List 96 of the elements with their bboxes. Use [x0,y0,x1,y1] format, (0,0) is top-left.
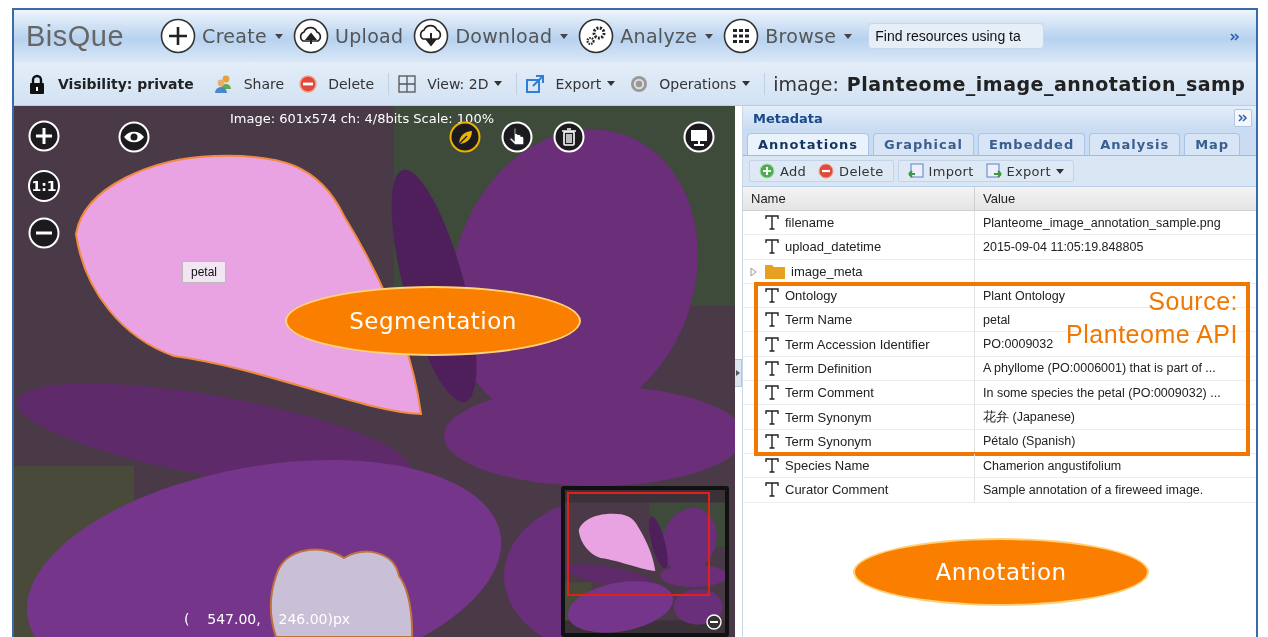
field-name: Term Name [785,312,853,328]
folder-icon [765,263,785,280]
title-prefix: image: [773,72,839,95]
field-name: Term Definition [785,360,872,376]
field-value: 2015-09-04 11:05:19.848805 [983,239,1144,254]
field-name: Term Synonym [785,409,872,425]
column-header: Value [982,191,1017,206]
field-name: Species Name [785,458,870,474]
expand-arrow-icon[interactable] [750,267,757,276]
column-header: Name [743,187,975,210]
grid-icon [397,73,418,94]
operations-icon [629,73,650,94]
share-button[interactable]: Share [213,73,285,94]
field-name: Curator Comment [785,482,889,498]
field-value: Pétalo (Spanish) [983,434,1076,449]
browse-menu-button[interactable]: Browse [723,18,853,54]
export-button[interactable]: Export [982,163,1067,179]
field-name: upload_datetime [785,239,882,255]
field-value: PO:0009032 [983,337,1054,352]
text-type-icon [765,215,779,231]
download-menu-button[interactable]: Download [413,18,569,54]
text-type-icon [765,385,779,401]
eye-icon[interactable] [118,121,150,153]
text-type-icon [765,482,779,498]
people-icon [213,73,234,94]
delete-button[interactable]: Delete [815,163,887,179]
add-button[interactable]: Add [756,163,810,179]
field-name: image_meta [791,263,863,279]
text-type-icon [765,336,779,352]
cursor-coordinates: ( 547.00, 246.00)px [184,611,351,627]
field-value: Plant Ontology [983,288,1065,303]
collapse-button[interactable] [1234,109,1252,127]
tab[interactable]: Embedded [977,133,1086,155]
text-type-icon [765,312,779,328]
tab[interactable]: Annotations [747,133,870,155]
gears-icon [578,18,615,54]
field-name: Term Comment [785,385,874,401]
plus-circle-icon [759,163,775,179]
field-value: A phyllome (PO:0006001) that is part of ... [983,361,1216,376]
segment-label: petal [182,261,227,283]
cloud-download-icon [413,18,450,54]
tab[interactable]: Map [1184,133,1241,155]
field-name: Ontology [785,288,838,304]
double-chevron-icon [1238,114,1248,122]
view-button[interactable]: View: 2D [397,73,503,94]
upload-menu-button[interactable]: Upload [293,18,404,54]
field-name: Term Synonym [785,433,872,449]
grid-dots-icon [723,18,760,54]
field-value: Sample annotation of a fireweed image. [983,482,1204,497]
panel-title: Metadata [753,110,823,126]
import-button[interactable]: Import [904,163,977,179]
cloud-upload-icon [293,18,330,54]
leaf-icon[interactable] [449,121,481,153]
tab[interactable]: Analysis [1089,133,1181,155]
minus-circle-icon [818,163,835,179]
field-value: 花弁 (Japanese) [983,409,1075,424]
field-value: Chamerion angustifolium [983,458,1122,473]
export-icon [985,163,1002,179]
analyze-menu-button[interactable]: Analyze [578,18,714,54]
plus-icon [160,18,197,54]
text-type-icon [765,360,779,376]
segmentation-outline[interactable] [269,548,414,637]
export-button[interactable]: Export [525,73,616,94]
search-field[interactable]: Find resources using ta [868,23,1045,49]
text-type-icon [765,239,779,255]
minimap[interactable] [561,486,729,637]
collapse-handle[interactable] [735,358,742,387]
app-logo[interactable]: BisQue [26,19,125,53]
hand-pointer-icon[interactable] [501,121,533,153]
image-info: Image: 601x574 ch: 4/8bits Scale: 100% [230,111,495,126]
annotation-callout: Annotation [853,538,1149,606]
field-name: Term Accession Identifier [785,336,930,352]
import-icon [907,163,924,179]
visibility-button[interactable]: Visibility: private [28,73,194,94]
text-type-icon [765,288,779,304]
field-name: filename [785,215,835,231]
zoom-out-icon[interactable] [28,217,60,249]
minus-circle-icon[interactable] [706,614,722,630]
minus-circle-icon [298,73,319,94]
trash-icon[interactable] [553,121,585,153]
image-title: Planteome_image_annotation_samp [846,72,1246,95]
export-icon [525,73,546,94]
operations-button[interactable]: Operations [629,73,751,94]
field-value: petal [983,312,1011,327]
delete-button[interactable]: Delete [298,73,375,94]
field-value: In some species the petal (PO:0009032) ... [983,385,1221,400]
source-label: Source: Planteome API [1066,285,1238,350]
field-value: Planteome_image_annotation_sample.png [983,215,1221,230]
viewport-frame[interactable] [567,492,710,596]
text-type-icon [765,409,779,425]
text-type-icon [765,433,779,449]
monitor-icon[interactable] [683,121,715,153]
zoom-in-icon[interactable] [28,120,60,152]
tab[interactable]: Graphical [873,133,974,155]
create-menu-button[interactable]: Create [160,18,284,54]
text-type-icon [765,458,779,474]
